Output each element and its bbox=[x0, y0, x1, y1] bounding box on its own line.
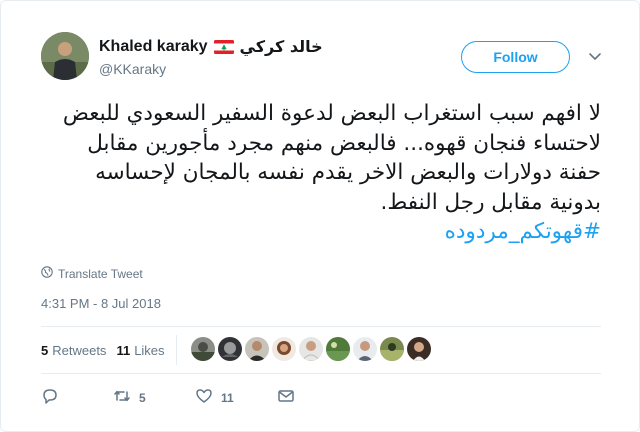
tweet-card: Khaled karaky خالد كركي @KKaraky Follow … bbox=[0, 0, 640, 432]
liker-avatar[interactable] bbox=[218, 337, 242, 361]
retweet-count: 5 bbox=[139, 390, 146, 405]
like-button[interactable]: 11 bbox=[195, 387, 277, 408]
liker-avatar[interactable] bbox=[299, 337, 323, 361]
chevron-down-icon[interactable] bbox=[585, 46, 605, 66]
liker-avatar[interactable] bbox=[191, 337, 215, 361]
liker-avatar[interactable] bbox=[272, 337, 296, 361]
likes-stat[interactable]: 11 Likes bbox=[116, 343, 164, 358]
translate-tweet-label: Translate Tweet bbox=[58, 266, 143, 281]
reply-button[interactable] bbox=[41, 387, 113, 408]
tweet-timestamp[interactable]: 4:31 PM - 8 Jul 2018 bbox=[41, 296, 161, 311]
author-handle[interactable]: @KKaraky bbox=[99, 61, 166, 77]
tweet-text-line: حفنة دولارات والبعض الاخر يقدم نفسه بالم… bbox=[95, 160, 601, 185]
author-avatar[interactable] bbox=[41, 32, 89, 80]
heart-icon bbox=[195, 387, 213, 408]
translate-tweet-link[interactable]: Translate Tweet bbox=[41, 266, 143, 281]
tweet-stats: 5 Retweets 11 Likes bbox=[41, 343, 165, 358]
retweet-icon bbox=[113, 387, 131, 408]
tweet-text-line: لا افهم سبب استغراب البعض لدعوة السفير ا… bbox=[62, 101, 601, 126]
mail-icon bbox=[277, 387, 295, 408]
tweet-text: لا افهم سبب استغراب البعض لدعوة السفير ا… bbox=[37, 99, 601, 247]
liker-avatar[interactable] bbox=[245, 337, 269, 361]
author-name-row: Khaled karaky خالد كركي bbox=[99, 37, 323, 56]
tweet-actions: 5 11 bbox=[41, 387, 295, 408]
like-count: 11 bbox=[221, 390, 234, 405]
retweet-button[interactable]: 5 bbox=[113, 387, 195, 408]
lebanon-flag-icon bbox=[213, 39, 234, 54]
likes-count: 11 bbox=[116, 343, 131, 358]
retweets-count: 5 bbox=[41, 343, 49, 358]
tweet-text-line: لاحتساء فنجان قهوه... فالبعض منهم مجرد م… bbox=[87, 130, 601, 156]
liker-avatar[interactable] bbox=[353, 337, 377, 361]
direct-message-button[interactable] bbox=[277, 387, 295, 408]
divider bbox=[41, 326, 601, 327]
liker-avatar[interactable] bbox=[380, 337, 404, 361]
reply-icon bbox=[41, 387, 59, 408]
tweet-text-line: بدونية مقابل رجل النفط. bbox=[380, 189, 601, 215]
author-display-name[interactable]: Khaled karaky bbox=[99, 38, 208, 56]
follow-button[interactable]: Follow bbox=[461, 41, 570, 73]
retweets-stat[interactable]: 5 Retweets bbox=[41, 343, 106, 358]
liker-avatars bbox=[191, 337, 431, 361]
retweets-label: Retweets bbox=[52, 343, 107, 358]
stats-separator bbox=[176, 335, 177, 365]
liker-avatar[interactable] bbox=[407, 337, 431, 361]
liker-avatar[interactable] bbox=[326, 337, 350, 361]
author-arabic-name[interactable]: خالد كركي bbox=[240, 37, 323, 56]
likes-label: Likes bbox=[134, 343, 165, 358]
divider bbox=[41, 373, 601, 374]
globe-icon bbox=[41, 266, 53, 281]
hashtag-link[interactable]: #قهوتكم_مردوده bbox=[37, 217, 601, 247]
